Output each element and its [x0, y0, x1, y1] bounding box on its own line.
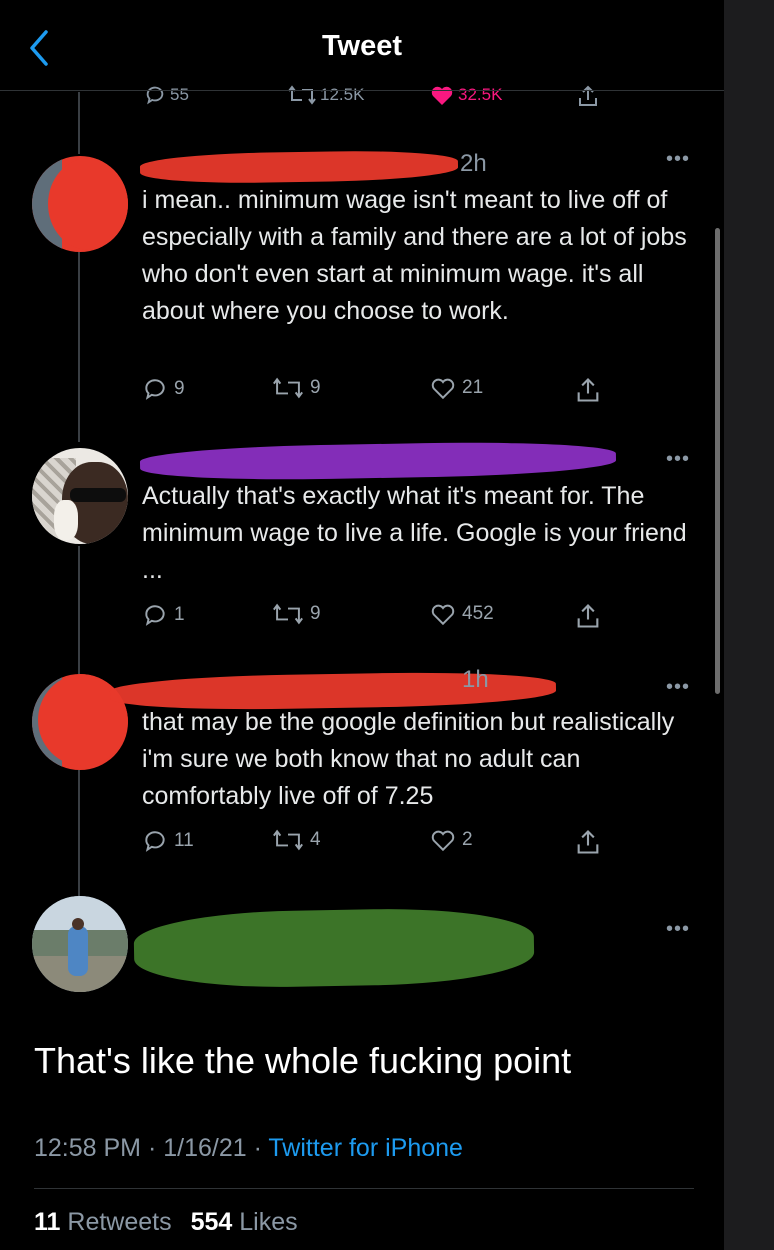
like-button[interactable]: 452 — [430, 602, 494, 626]
tweet-source-link[interactable]: Twitter for iPhone — [268, 1134, 463, 1162]
reply-button[interactable]: 9 — [142, 376, 185, 402]
tweet-stats: 11 Retweets 554 Likes — [34, 1208, 310, 1237]
stats-divider — [34, 1188, 694, 1189]
heart-icon — [431, 604, 455, 626]
tweet-meta: 12:58 PM · 1/16/21 · Twitter for iPhone — [34, 1134, 463, 1163]
like-count: 21 — [462, 377, 484, 398]
more-icon[interactable]: ••• — [666, 448, 690, 471]
retweet-button[interactable]: 9 — [272, 376, 321, 400]
tweet-time: 1h — [462, 666, 489, 693]
tweet-actions: 9 9 21 — [142, 376, 622, 406]
redacted-username — [139, 439, 617, 483]
retweets-stat[interactable]: 11 Retweets — [34, 1208, 172, 1236]
share-button[interactable] — [574, 828, 602, 856]
reply-tweet[interactable]: ••• Actually that's exactly what it's me… — [0, 439, 724, 660]
parent-reply-count: 55 — [170, 85, 189, 104]
tweet-timestamp: 12:58 PM · 1/16/21 · — [34, 1134, 269, 1162]
like-count: 452 — [462, 603, 494, 624]
reply-button[interactable]: 1 — [142, 602, 185, 628]
retweet-icon — [273, 829, 303, 851]
heart-icon — [431, 830, 455, 852]
likes-label: Likes — [239, 1208, 298, 1236]
tweet-text: i mean.. minimum wage isn't meant to liv… — [142, 186, 687, 325]
redacted-username — [133, 906, 535, 990]
share-icon — [579, 85, 597, 106]
reply-count: 9 — [174, 378, 185, 399]
retweet-count: 9 — [310, 603, 321, 624]
reply-tweet[interactable]: 2h ••• i mean.. minimum wage isn't meant… — [0, 148, 724, 430]
reply-tweet[interactable]: 1h ••• that may be the google definition… — [0, 666, 724, 868]
tweet-actions: 11 4 2 — [142, 828, 622, 858]
reply-count: 1 — [174, 604, 185, 625]
redacted-username — [139, 149, 459, 185]
screenshot-margin — [724, 0, 774, 1250]
reply-icon — [146, 86, 164, 105]
tweet-screen: Tweet 55 12.5K 32.5K 2h ••• i mean.. min… — [0, 0, 724, 1250]
reply-icon — [145, 831, 165, 852]
tweet-time: 2h — [460, 150, 487, 177]
more-icon[interactable]: ••• — [666, 148, 690, 171]
heart-icon — [431, 378, 455, 400]
thread-connector — [78, 92, 80, 154]
retweets-count: 11 — [34, 1208, 61, 1236]
share-icon — [577, 378, 599, 402]
likes-count: 554 — [190, 1208, 233, 1236]
retweet-icon — [288, 85, 316, 105]
main-tweet-text: That's like the whole fucking point — [34, 1040, 572, 1081]
parent-tweet-actions: 55 12.5K 32.5K — [0, 78, 724, 108]
likes-stat[interactable]: 554 Likes — [191, 1208, 298, 1236]
retweet-count: 9 — [310, 377, 321, 398]
top-bar: Tweet — [0, 0, 724, 90]
tweet-text: Actually that's exactly what it's meant … — [142, 482, 687, 584]
reply-icon — [145, 379, 165, 400]
heart-icon — [431, 86, 453, 105]
more-icon[interactable]: ••• — [666, 676, 690, 699]
reply-count: 11 — [174, 830, 194, 851]
reply-button[interactable]: 11 — [142, 828, 194, 854]
main-tweet-header: ••• — [0, 896, 724, 1006]
share-button[interactable] — [574, 602, 602, 630]
retweet-count: 4 — [310, 829, 321, 850]
share-button[interactable] — [574, 376, 602, 404]
page-title: Tweet — [321, 30, 403, 62]
parent-retweet-count: 12.5K — [320, 85, 365, 104]
like-button[interactable]: 2 — [430, 828, 473, 852]
share-icon — [577, 604, 599, 628]
scrollbar[interactable] — [715, 228, 720, 694]
avatar[interactable] — [32, 156, 128, 252]
retweet-button[interactable]: 4 — [272, 828, 321, 852]
tweet-actions: 1 9 452 — [142, 602, 622, 632]
parent-like-count: 32.5K — [458, 85, 503, 104]
share-icon — [577, 830, 599, 854]
tweet-text: that may be the google definition but re… — [142, 708, 675, 810]
like-count: 2 — [462, 829, 473, 850]
retweet-icon — [273, 603, 303, 625]
header-divider — [0, 90, 724, 91]
parent-share-action[interactable] — [576, 84, 600, 108]
reply-icon — [145, 605, 165, 626]
avatar[interactable] — [32, 448, 128, 544]
more-icon[interactable]: ••• — [666, 918, 690, 941]
parent-retweet-action[interactable]: 12.5K — [288, 84, 364, 106]
retweet-icon — [273, 377, 303, 399]
parent-reply-action[interactable]: 55 — [144, 84, 189, 106]
retweets-label: Retweets — [67, 1208, 172, 1236]
parent-like-action[interactable]: 32.5K — [430, 84, 502, 106]
retweet-button[interactable]: 9 — [272, 602, 321, 626]
avatar[interactable] — [32, 896, 128, 992]
like-button[interactable]: 21 — [430, 376, 483, 400]
